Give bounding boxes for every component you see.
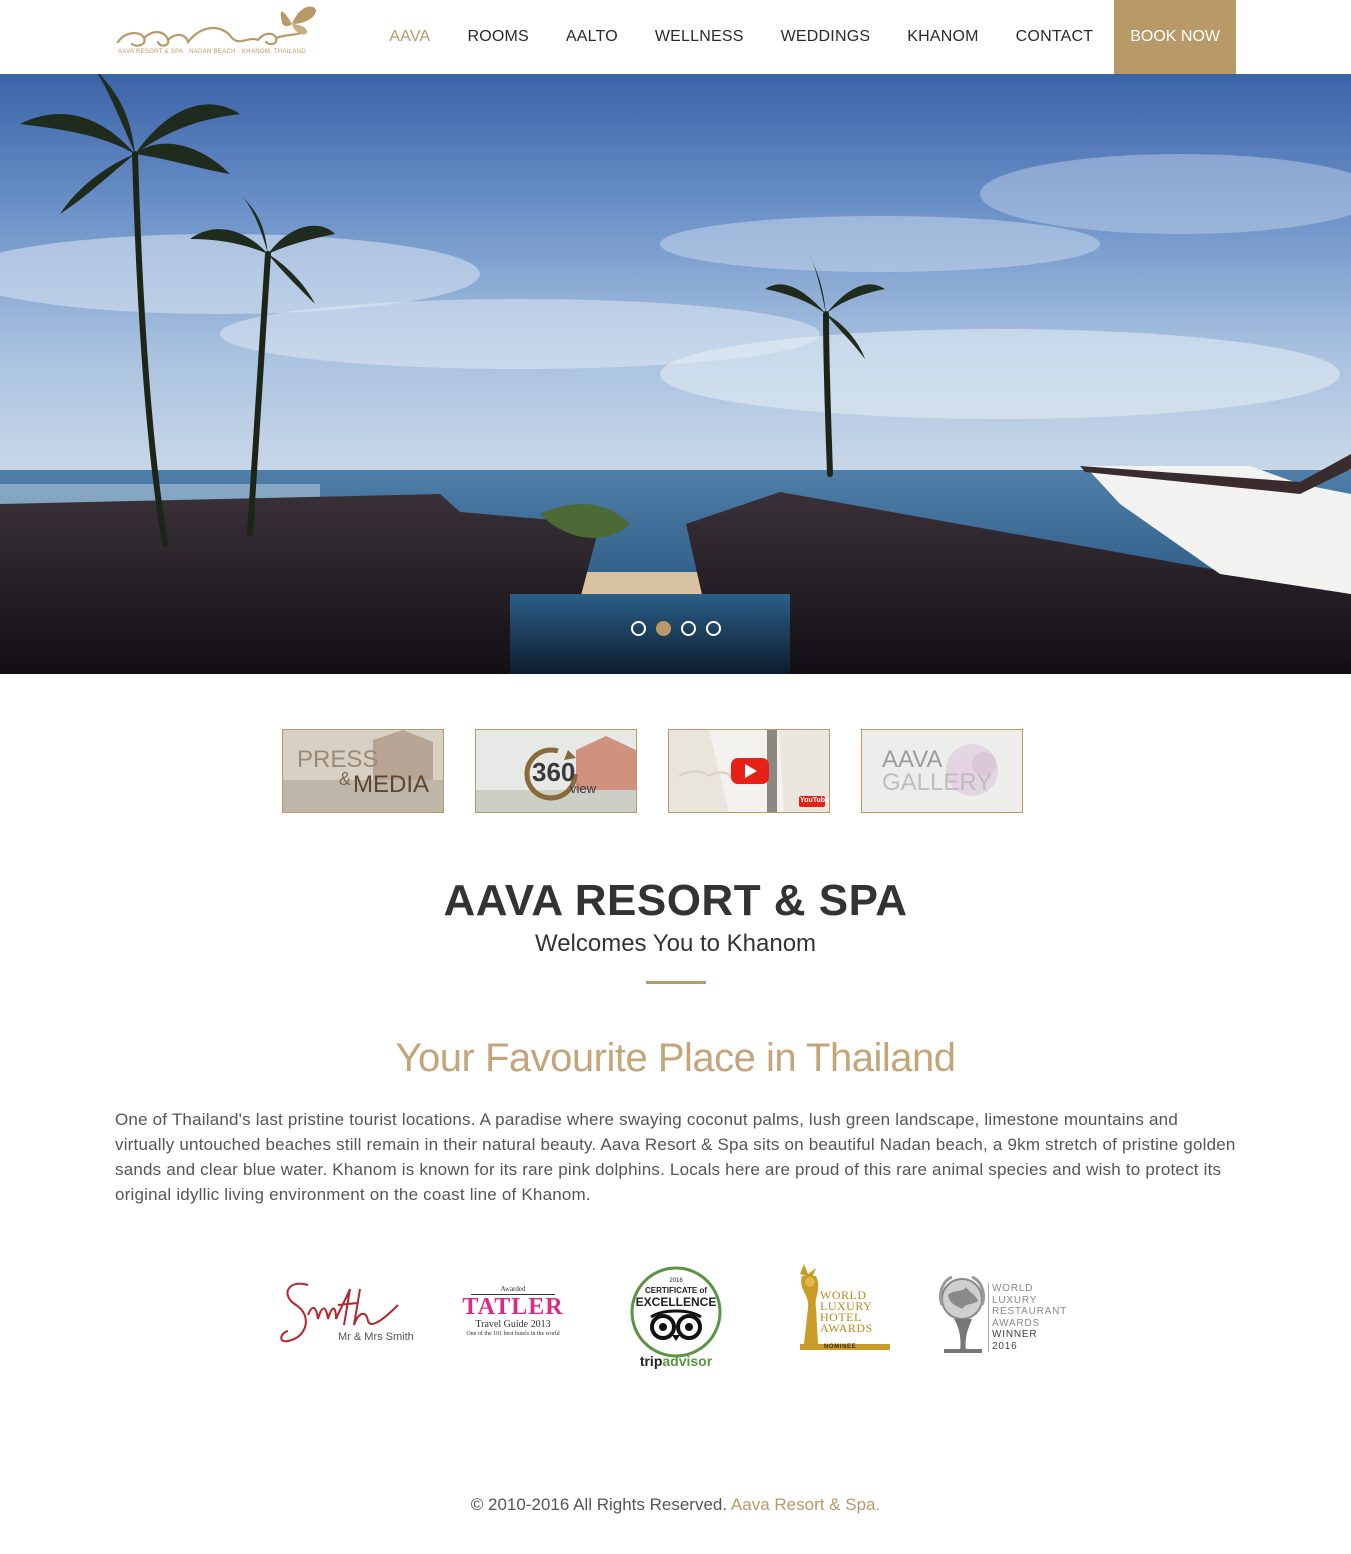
hero-slider[interactable] [0,74,1351,674]
smith-logo [280,1282,399,1343]
copyright-text: © 2010-2016 All Rights Reserved. [470,1495,728,1514]
page-subtitle: Welcomes You to Khanom [534,930,817,957]
wlh-text: WORLD LUXURY HOTEL AWARDS [820,1289,873,1335]
wlr-line-world: WORLD [992,1283,1034,1294]
page-title: AAVA RESORT & SPA [443,876,908,925]
youtube-play-icon [731,758,769,784]
ta-brand-trip: trip [639,1353,663,1369]
logo-tagline: AAVA RESORT & SPA · NADAN BEACH · KHANOM… [118,49,307,55]
tatler-name: TATLER [462,1294,564,1320]
wlr-line-restaurant: RESTAURANT [992,1306,1068,1317]
main-nav: AAVA ROOMS AALTO WELLNESS WEDDINGS KHANO… [352,0,1236,74]
ta-brand-advisor: advisor [662,1353,713,1369]
title-divider [646,981,706,984]
butterfly-icon [280,6,316,35]
nav-contact[interactable]: CONTACT [1016,0,1094,74]
hero-image [0,74,1351,674]
wlr-text: WORLD LUXURY RESTAURANT AWARDS WINNER 20… [988,1283,1067,1352]
wlr-line-luxury: LUXURY [992,1294,1038,1306]
youtube-badge-label: YouTube [800,797,829,804]
media-label: MEDIA [353,771,430,798]
youtube-tile[interactable]: YouTube [668,729,830,813]
section-tagline: Your Favourite Place in Thailand [395,1036,956,1080]
site-header: AAVA RESORT & SPA · NADAN BEACH · KHANOM… [0,0,1351,74]
wlr-line-awards: AWARDS [992,1317,1040,1329]
gallery-tile[interactable]: AAVA GALLERY [861,729,1023,813]
wlr-line-winner: WINNER [992,1329,1038,1340]
awards-row: Mr & Mrs Smith Awarded TATLER Travel Gui… [278,1255,1078,1375]
ta-cert: CERTIFICATE of [644,1286,708,1295]
world-luxury-hotel-award[interactable]: WORLD LUXURY HOTEL AWARDS NOMINEE [790,1260,890,1352]
intro-paragraph: One of Thailand's last pristine tourist … [115,1110,1236,1204]
book-now-button[interactable]: BOOK NOW [1114,0,1236,74]
tatler-award[interactable]: Awarded TATLER Travel Guide 2013 One of … [448,1285,578,1345]
slider-pagination [631,621,721,636]
smith-caption: Mr & Mrs Smith [338,1331,414,1343]
press-label: PRESS [297,746,379,773]
wlh-line-awards: AWARDS [820,1321,873,1335]
tatler-guide: Travel Guide 2013 [475,1319,551,1330]
tatler-caption: One of the 101 best hotels in the world [466,1331,560,1337]
slider-dot-4[interactable] [706,621,721,636]
nav-weddings[interactable]: WEDDINGS [781,0,871,74]
wlr-line-year: 2016 [992,1340,1018,1352]
ta-year: 2016 [669,1278,683,1284]
gallery-label: GALLERY [882,769,993,796]
footer-brand-link[interactable]: Aava Resort & Spa. [731,1495,880,1514]
wlh-nominee: NOMINEE [824,1344,857,1350]
view-word: view [570,781,597,796]
press-amp: & [339,769,352,789]
slider-dot-2[interactable] [656,621,671,636]
feature-tiles: PRESS & MEDIA 360 view YouTube AAVA GALL… [282,729,1023,813]
slider-dot-1[interactable] [631,621,646,636]
nav-aalto[interactable]: AALTO [566,0,618,74]
site-footer: © 2010-2016 All Rights Reserved. Aava Re… [0,1495,1351,1515]
nav-khanom[interactable]: KHANOM [907,0,978,74]
tripadvisor-certificate[interactable]: 2016 CERTIFICATE of EXCELLENCE tripadvis… [627,1265,725,1369]
site-logo[interactable]: AAVA RESORT & SPA · NADAN BEACH · KHANOM… [114,2,320,58]
wlr-globe-icon [938,1275,986,1353]
ta-excellence: EXCELLENCE [635,1295,717,1309]
ta-brand: tripadvisor [627,1353,725,1369]
nav-wellness[interactable]: WELLNESS [655,0,744,74]
nav-rooms[interactable]: ROOMS [467,0,528,74]
nav-aava[interactable]: AAVA [389,0,430,74]
360-view-tile[interactable]: 360 view [475,729,637,813]
slider-dot-3[interactable] [681,621,696,636]
world-luxury-restaurant-award[interactable]: WORLD LUXURY RESTAURANT AWARDS WINNER 20… [938,1275,1078,1355]
press-media-tile[interactable]: PRESS & MEDIA [282,729,444,813]
mr-mrs-smith-award[interactable]: Mr & Mrs Smith [278,1275,418,1355]
360-number: 360 [532,757,576,787]
